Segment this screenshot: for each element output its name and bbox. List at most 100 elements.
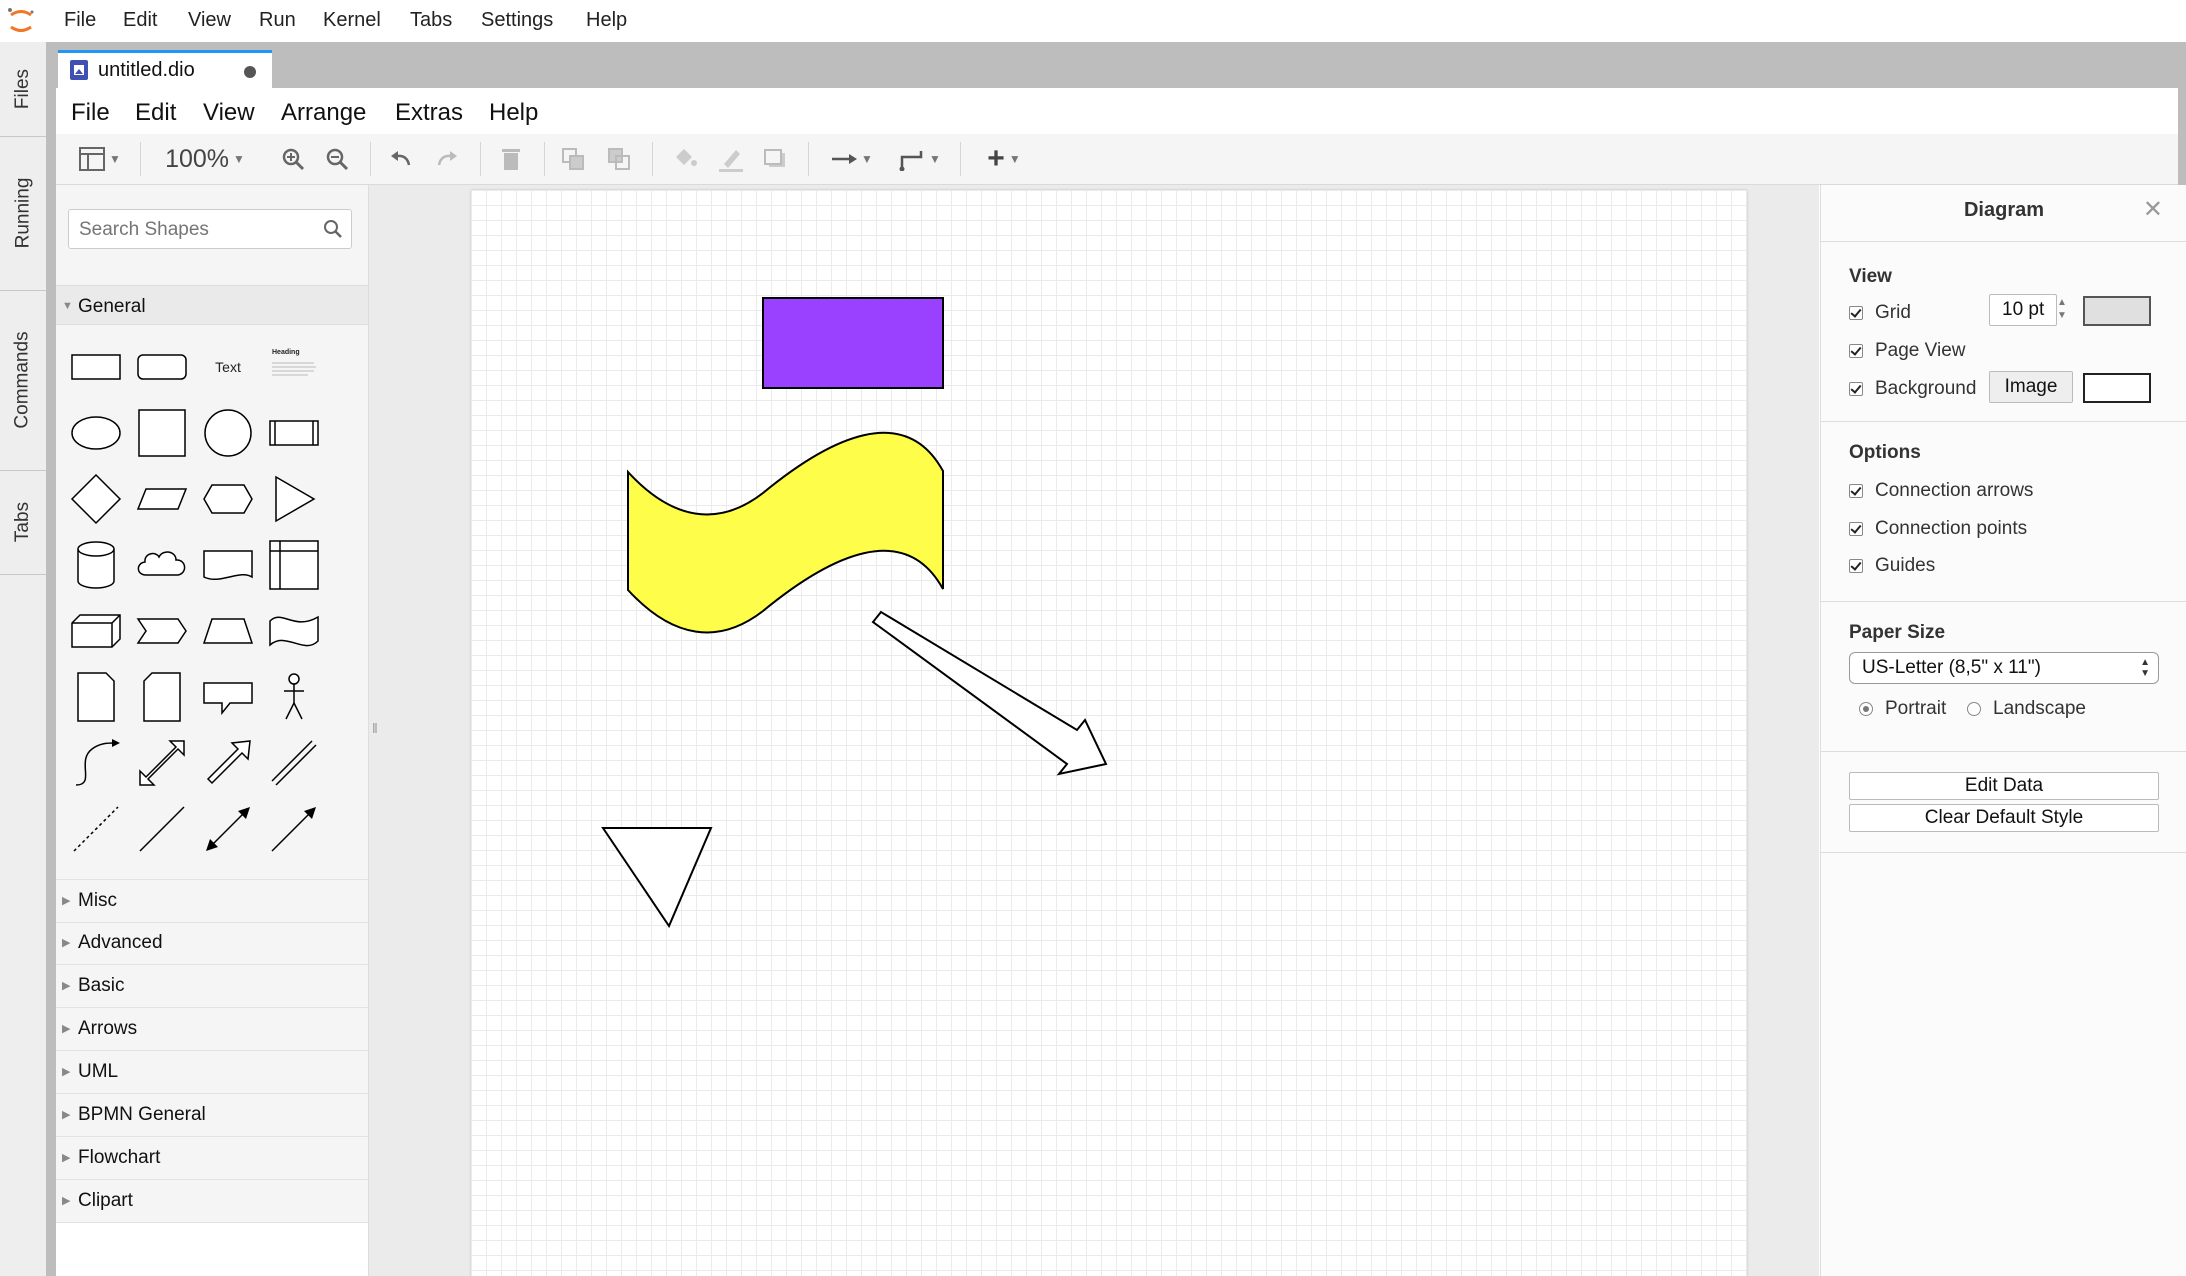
shape-cloud[interactable] — [132, 535, 192, 595]
connection-arrows-checkbox[interactable] — [1849, 484, 1863, 498]
undo-button[interactable] — [386, 144, 416, 174]
connection-arrows-option[interactable]: Connection arrows — [1849, 480, 2033, 502]
menu-edit[interactable]: Edit — [123, 9, 157, 32]
block-arrow-shape[interactable] — [871, 610, 1108, 776]
shape-directional-connector[interactable] — [264, 799, 324, 859]
zoom-in-button[interactable] — [278, 144, 308, 174]
triangle-shape[interactable] — [601, 827, 713, 929]
shape-dashed-line[interactable] — [66, 799, 126, 859]
shape-callout[interactable] — [198, 667, 258, 727]
grid-size-stepper[interactable]: ▲ ▼ — [2057, 296, 2067, 322]
section-advanced[interactable]: ▶ Advanced — [56, 922, 368, 965]
shape-circle[interactable] — [198, 403, 258, 463]
waypoints-button[interactable]: ▼ — [892, 144, 948, 174]
shape-arrow[interactable] — [198, 733, 258, 793]
shape-bidirectional-arrow[interactable] — [132, 733, 192, 793]
paper-size-select[interactable]: US-Letter (8,5" x 11") ▲ ▼ — [1849, 652, 2159, 684]
menu-view[interactable]: View — [188, 9, 231, 32]
guides-option[interactable]: Guides — [1849, 555, 1935, 577]
shape-process[interactable] — [264, 403, 324, 463]
delete-button[interactable] — [496, 144, 526, 174]
dio-menu-arrange[interactable]: Arrange — [281, 99, 366, 127]
menu-settings[interactable]: Settings — [481, 9, 553, 32]
grid-option[interactable]: Grid — [1849, 302, 1911, 324]
section-bpmn-general[interactable]: ▶ BPMN General — [56, 1094, 368, 1137]
background-color-swatch[interactable] — [2083, 373, 2151, 403]
background-option[interactable]: Background — [1849, 378, 1976, 400]
shape-rectangle[interactable] — [66, 337, 126, 397]
background-image-button[interactable]: Image — [1989, 371, 2073, 403]
fill-color-button[interactable] — [670, 144, 700, 174]
search-icon[interactable] — [323, 219, 343, 239]
grid-color-swatch[interactable] — [2083, 296, 2151, 326]
shape-square[interactable] — [132, 403, 192, 463]
shape-parallelogram[interactable] — [132, 469, 192, 529]
shape-triangle[interactable] — [264, 469, 324, 529]
dio-menu-extras[interactable]: Extras — [395, 99, 463, 127]
shape-tape[interactable] — [264, 601, 324, 661]
shape-diamond[interactable] — [66, 469, 126, 529]
shape-note[interactable] — [66, 667, 126, 727]
shape-document[interactable] — [198, 535, 258, 595]
search-input[interactable] — [77, 218, 321, 242]
menu-run[interactable]: Run — [259, 9, 296, 32]
unsaved-dot-icon[interactable] — [244, 66, 256, 78]
shape-rounded-rectangle[interactable] — [132, 337, 192, 397]
dio-menu-edit[interactable]: Edit — [135, 99, 176, 127]
section-flowchart[interactable]: ▶ Flowchart — [56, 1137, 368, 1180]
shape-line[interactable] — [132, 799, 192, 859]
shape-trapezoid[interactable] — [198, 601, 258, 661]
connection-style-button[interactable]: ▼ — [824, 144, 880, 174]
sidebar-tab-running[interactable]: Running — [0, 136, 46, 291]
shape-text[interactable]: Text — [198, 337, 258, 397]
shape-hexagon[interactable] — [198, 469, 258, 529]
portrait-option[interactable]: Portrait — [1859, 698, 1946, 720]
line-color-button[interactable] — [716, 144, 746, 174]
menu-kernel[interactable]: Kernel — [323, 9, 381, 32]
redo-button[interactable] — [432, 144, 462, 174]
guides-checkbox[interactable] — [1849, 559, 1863, 573]
shape-actor[interactable] — [264, 667, 324, 727]
zoom-select[interactable]: 100% ▼ — [160, 144, 250, 174]
shape-cube[interactable] — [66, 601, 126, 661]
page-view-option[interactable]: Page View — [1849, 340, 1966, 362]
diagram-page[interactable] — [471, 190, 1747, 1276]
shape-ellipse[interactable] — [66, 403, 126, 463]
shape-link[interactable] — [264, 733, 324, 793]
shape-internal-storage[interactable] — [264, 535, 324, 595]
shape-step[interactable] — [132, 601, 192, 661]
edit-data-button[interactable]: Edit Data — [1849, 772, 2159, 800]
shadow-button[interactable] — [760, 144, 790, 174]
menu-file[interactable]: File — [64, 9, 96, 32]
section-misc[interactable]: ▶ Misc — [56, 879, 368, 923]
connection-points-option[interactable]: Connection points — [1849, 518, 2027, 540]
dio-menu-help[interactable]: Help — [489, 99, 538, 127]
menu-help[interactable]: Help — [586, 9, 627, 32]
section-basic[interactable]: ▶ Basic — [56, 965, 368, 1008]
to-back-button[interactable] — [604, 144, 634, 174]
section-uml[interactable]: ▶ UML — [56, 1051, 368, 1094]
grid-checkbox[interactable] — [1849, 306, 1863, 320]
purple-rectangle-shape[interactable] — [762, 297, 944, 389]
format-panel-toggle-button[interactable]: ▼ — [74, 144, 126, 174]
shape-textbox[interactable]: Heading — [264, 337, 324, 397]
insert-button[interactable]: + ▼ — [976, 142, 1032, 175]
landscape-radio[interactable] — [1967, 702, 1981, 716]
grid-size-input[interactable]: 10 pt — [1989, 294, 2057, 326]
shape-card[interactable] — [132, 667, 192, 727]
to-front-button[interactable] — [558, 144, 588, 174]
yellow-tape-shape[interactable] — [627, 431, 944, 634]
zoom-out-button[interactable] — [322, 144, 352, 174]
connection-points-checkbox[interactable] — [1849, 522, 1863, 536]
clear-default-style-button[interactable]: Clear Default Style — [1849, 804, 2159, 832]
document-tab[interactable]: untitled.dio — [58, 50, 272, 88]
dio-menu-view[interactable]: View — [203, 99, 255, 127]
landscape-option[interactable]: Landscape — [1967, 698, 2086, 720]
sidebar-tab-commands[interactable]: Commands — [0, 290, 46, 471]
section-clipart[interactable]: ▶ Clipart — [56, 1180, 368, 1223]
shape-bidirectional-connector[interactable] — [198, 799, 258, 859]
background-checkbox[interactable] — [1849, 382, 1863, 396]
sidebar-tab-tabs[interactable]: Tabs — [0, 470, 46, 575]
page-view-checkbox[interactable] — [1849, 344, 1863, 358]
menu-tabs[interactable]: Tabs — [410, 9, 452, 32]
